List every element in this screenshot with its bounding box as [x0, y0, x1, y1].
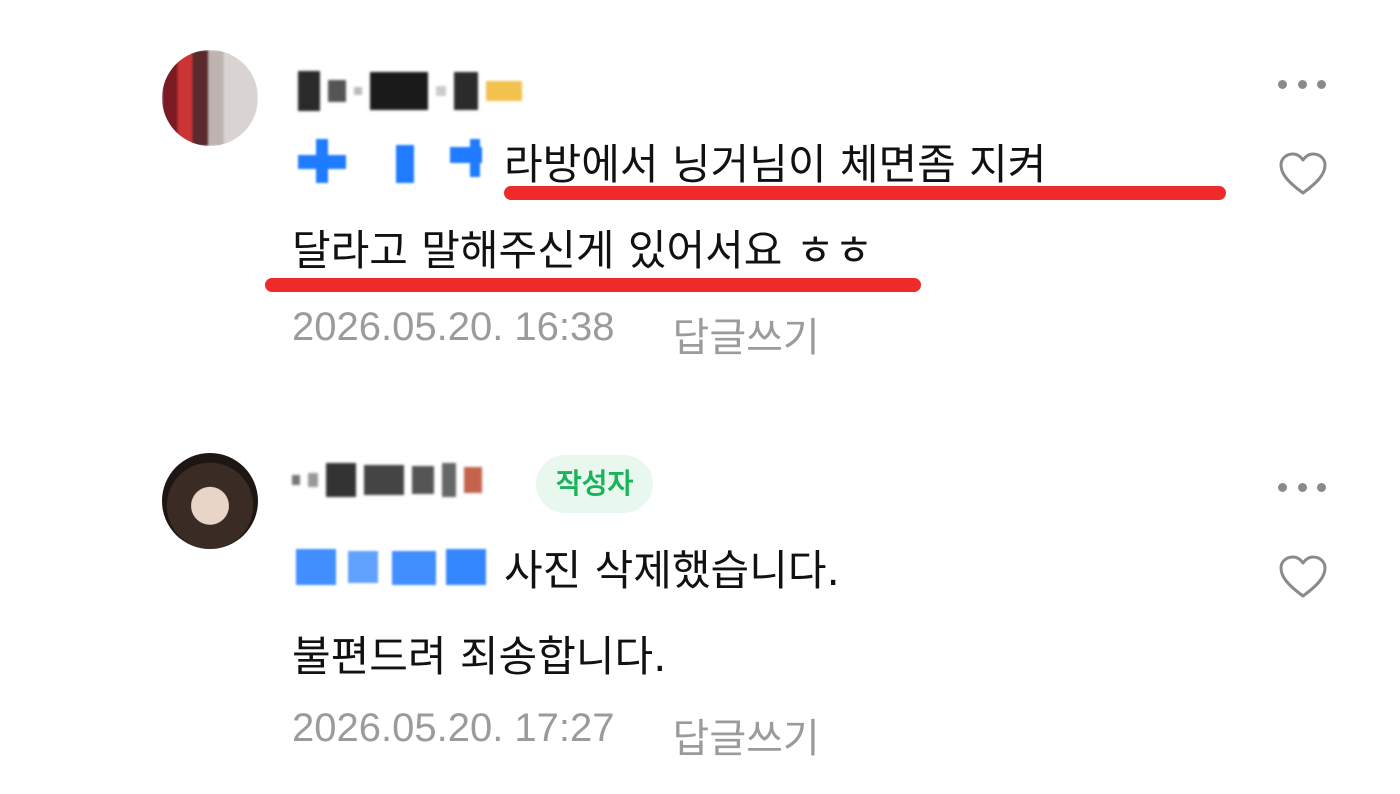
more-horizontal-icon[interactable] [1278, 481, 1326, 493]
heart-outline-icon[interactable] [1278, 152, 1328, 196]
comment-text-line-2: 달라고 말해주신게 있어서요 ㅎㅎ [292, 226, 874, 275]
highlight-underline [265, 278, 921, 292]
reply-button[interactable]: 답글쓰기 [673, 305, 820, 363]
username-redacted[interactable] [298, 70, 522, 112]
timestamp: 2026.05.20. 16:38 [292, 305, 615, 349]
highlight-underline [504, 186, 1226, 200]
comment-line-1: 사진 삭제했습니다. [292, 528, 1252, 614]
author-badge: 작성자 [536, 455, 654, 513]
username-redacted[interactable] [292, 460, 482, 500]
avatar[interactable] [162, 453, 258, 549]
more-horizontal-icon[interactable] [1278, 78, 1326, 90]
comment-text-line-1: 라방에서 닝거님이 체면좀 지켜 [504, 140, 1047, 189]
comment-line-2: 불편드려 죄송합니다. [292, 614, 1252, 700]
avatar[interactable] [162, 50, 258, 146]
comment-text-line-1: 사진 삭제했습니다. [504, 546, 840, 595]
comment-body: 라방에서 닝거님이 체면좀 지켜 달라고 말해주신게 있어서요 ㅎㅎ [292, 122, 1252, 294]
reply-button[interactable]: 답글쓰기 [673, 706, 820, 764]
comment-meta: 2026.05.20. 17:27 답글쓰기 [292, 706, 820, 764]
mention-redacted[interactable] [292, 135, 492, 185]
comment-item: 작성자 사진 삭제했습니다. 불편드려 죄송합니다. 2026.05.20. 1… [0, 400, 1400, 794]
comment-item: 라방에서 닝거님이 체면좀 지켜 달라고 말해주신게 있어서요 ㅎㅎ 2026.… [0, 0, 1400, 400]
mention-redacted[interactable] [292, 541, 492, 591]
avatar-image-blurred [162, 50, 258, 146]
timestamp: 2026.05.20. 17:27 [292, 706, 615, 750]
comment-text-line-2: 불편드려 죄송합니다. [292, 632, 667, 681]
comment-body: 사진 삭제했습니다. 불편드려 죄송합니다. [292, 528, 1252, 700]
comment-list: 라방에서 닝거님이 체면좀 지켜 달라고 말해주신게 있어서요 ㅎㅎ 2026.… [0, 0, 1400, 794]
comment-meta: 2026.05.20. 16:38 답글쓰기 [292, 305, 820, 363]
avatar-image-blurred [162, 453, 258, 549]
heart-outline-icon[interactable] [1278, 555, 1328, 599]
